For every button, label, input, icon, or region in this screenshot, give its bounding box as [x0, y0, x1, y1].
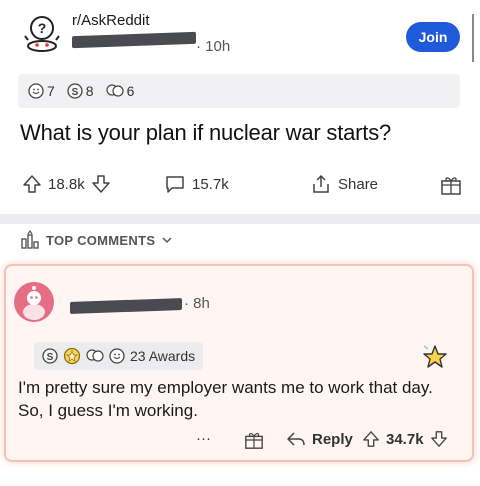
gift-award-icon	[245, 433, 263, 449]
comment-bubble-icon	[166, 176, 184, 193]
post-vote-control: 18.8k	[22, 174, 111, 194]
award-wholesome: 7	[28, 83, 55, 99]
award-count: 6	[126, 83, 135, 99]
downvote-arrow-icon[interactable]	[91, 174, 111, 194]
subreddit-name[interactable]: r/AskReddit	[72, 12, 150, 29]
hugz-award-icon	[86, 349, 104, 362]
star-award-icon	[423, 345, 447, 368]
upvote-arrow-icon[interactable]	[22, 174, 42, 194]
comment-time: · 8h	[184, 295, 210, 312]
award-count: 8	[85, 83, 94, 99]
comment-vote-control: 34.7k	[362, 430, 448, 448]
wholesome-award-icon	[109, 348, 125, 364]
top-comment: · 8h S 23 Awards I'm pretty sure my empl…	[4, 264, 474, 462]
snoo-avatar-icon	[23, 286, 45, 320]
comment-awards-bar[interactable]: S 23 Awards	[34, 342, 204, 370]
post-header: ? r/AskReddit · 10h Join	[0, 0, 480, 70]
comment-count: 15.7k	[192, 175, 229, 193]
askreddit-subreddit-icon[interactable]: ?	[22, 14, 62, 54]
award-count: 7	[47, 83, 55, 99]
post-title[interactable]: What is your plan if nuclear war starts?	[20, 120, 391, 146]
section-divider	[0, 214, 480, 224]
award-hugz: 6	[105, 83, 135, 99]
share-icon	[313, 174, 329, 193]
comment-body: I'm pretty sure my employer wants me to …	[18, 378, 433, 420]
share-label: Share	[338, 175, 379, 193]
upvote-arrow-icon[interactable]	[362, 430, 380, 448]
hugz-award-icon	[105, 84, 124, 97]
share-button[interactable]: Share	[310, 174, 378, 194]
reply-label: Reply	[312, 430, 353, 448]
redacted-username	[70, 298, 182, 314]
comments-button[interactable]: 15.7k	[164, 174, 229, 194]
top-comments-label: TOP COMMENTS	[46, 232, 156, 248]
top-comments-icon	[21, 230, 39, 249]
redacted-username	[72, 31, 196, 49]
award-silver: S 8	[67, 83, 94, 99]
comment-awards-count: 23 Awards	[130, 348, 196, 364]
avatar[interactable]	[14, 282, 54, 322]
gold-award-icon	[63, 347, 81, 365]
svg-text:S: S	[47, 352, 54, 363]
reply-button[interactable]: Reply	[286, 430, 353, 448]
downvote-arrow-icon[interactable]	[430, 430, 448, 448]
scrollbar[interactable]	[472, 14, 474, 62]
reply-arrow-icon	[287, 432, 305, 446]
comment-score: 34.7k	[386, 430, 424, 448]
more-options-icon: ···	[196, 430, 211, 447]
gift-award-icon	[441, 177, 461, 195]
post-score: 18.8k	[48, 175, 85, 193]
give-award-button[interactable]	[440, 174, 462, 196]
comment-action-bar: ··· Reply 34.7k	[6, 428, 476, 456]
silver-award-icon: S	[42, 348, 58, 364]
post-awards-bar[interactable]: 7 S 8 6	[18, 74, 460, 108]
chevron-down-icon	[162, 237, 172, 244]
svg-text:?: ?	[38, 20, 47, 36]
svg-text:S: S	[71, 87, 78, 98]
more-options-button[interactable]: ···	[196, 430, 211, 447]
give-award-button[interactable]	[244, 430, 264, 450]
wholesome-award-icon	[28, 83, 44, 99]
comment-sort-selector[interactable]: TOP COMMENTS	[20, 230, 173, 250]
join-button[interactable]: Join	[406, 22, 460, 52]
silver-award-icon: S	[67, 83, 83, 99]
post-time: · 10h	[196, 38, 231, 55]
post-action-bar: 18.8k 15.7k Share	[0, 170, 480, 204]
